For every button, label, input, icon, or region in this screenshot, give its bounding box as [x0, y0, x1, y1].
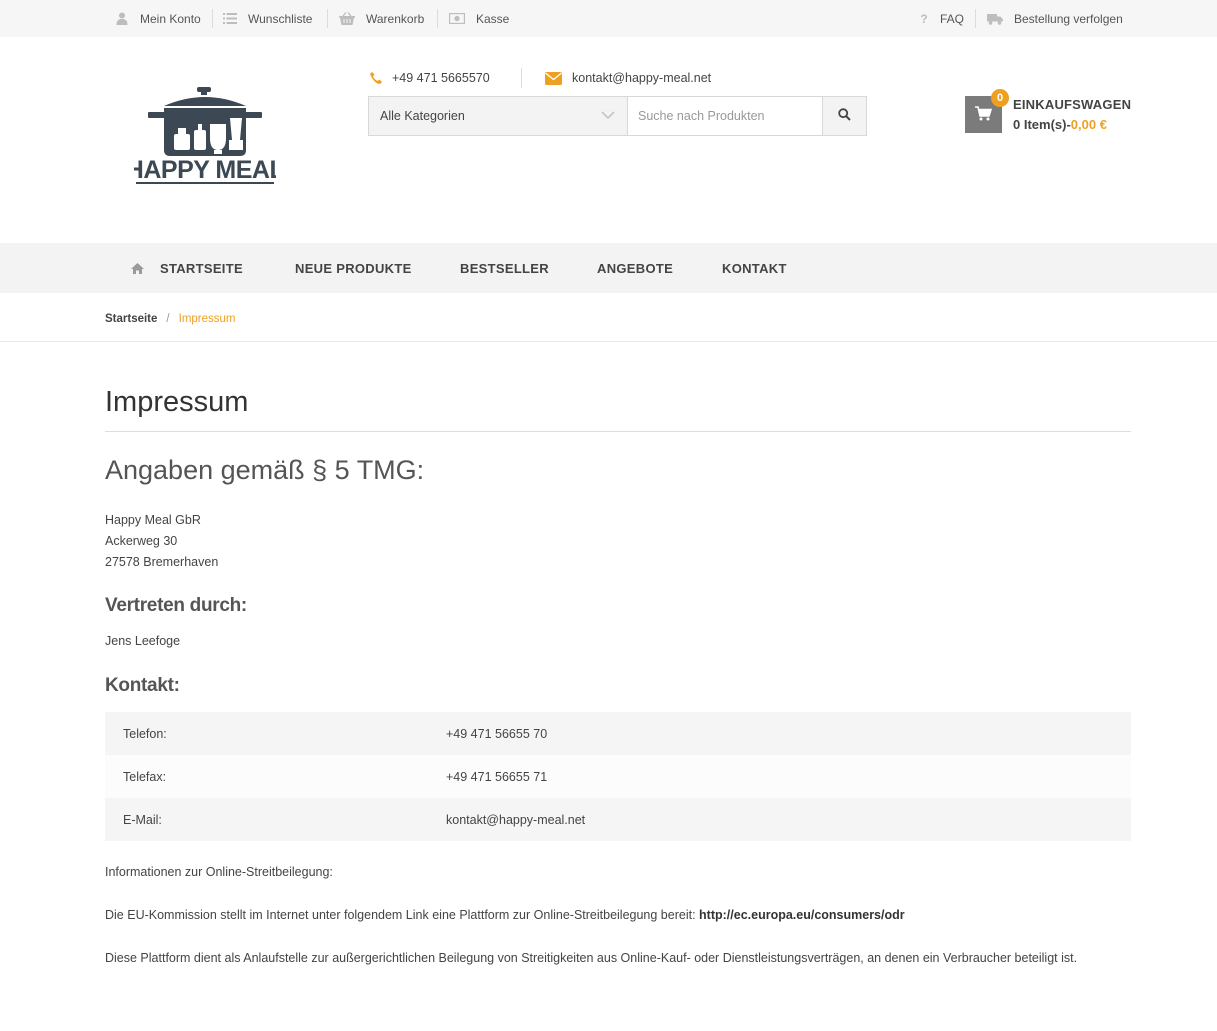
contact-value: +49 471 56655 70 [446, 726, 548, 741]
search-button[interactable] [822, 97, 866, 135]
email-address: kontakt@happy-meal.net [572, 71, 712, 85]
money-icon [449, 12, 465, 26]
odr-paragraph: Die EU-Kommission stellt im Internet unt… [105, 905, 905, 926]
contact-table: Telefon: +49 471 56655 70 Telefax: +49 4… [105, 712, 1131, 841]
represented-name: Jens Leefoge [105, 634, 181, 648]
cart-count-badge: 0 [991, 89, 1009, 107]
checkout-link[interactable]: Kasse [449, 0, 509, 37]
company-name: Happy Meal GbR [105, 513, 201, 527]
divider [437, 9, 438, 28]
divider [327, 9, 328, 28]
divider [521, 68, 522, 88]
contact-label: Telefon: [123, 726, 167, 741]
search-icon [838, 108, 851, 124]
cart-title[interactable]: EINKAUFSWAGEN [1013, 97, 1131, 112]
nav-home[interactable]: STARTSEITE [160, 243, 243, 293]
my-account-label: Mein Konto [140, 11, 201, 26]
basket-link[interactable]: Warenkorb [339, 0, 424, 37]
header-phone: +49 471 5665570 [368, 68, 490, 88]
represented-heading: Vertreten durch: [105, 595, 247, 616]
contact-value: +49 471 56655 71 [446, 769, 548, 784]
cart-summary[interactable]: 0 Item(s)-0,00 € [1013, 117, 1107, 132]
basket-label: Warenkorb [366, 11, 425, 26]
product-search: Alle Kategorien [368, 96, 867, 136]
site-logo[interactable]: HAPPY MEAL [126, 86, 285, 186]
search-input[interactable] [628, 97, 822, 135]
contact-value: kontakt@happy-meal.net [446, 812, 586, 827]
user-icon [115, 12, 129, 26]
divider [105, 431, 1131, 432]
company-address: Happy Meal GbR Ackerweg 30 27578 Bremerh… [105, 510, 218, 573]
breadcrumb-separator: / [166, 313, 170, 325]
nav-bestseller[interactable]: BESTSELLER [460, 243, 549, 293]
divider [975, 9, 976, 28]
divider [212, 9, 213, 28]
cart-items: 0 Item(s)- [1013, 117, 1071, 132]
logo-text: HAPPY MEAL [134, 156, 276, 184]
page-title: Impressum [105, 386, 249, 418]
breadcrumb: Startseite / Impressum [105, 313, 236, 325]
basket-icon [339, 12, 355, 26]
cart-total: 0,00 € [1070, 117, 1107, 132]
divider [0, 341, 1217, 342]
list-icon [223, 12, 237, 26]
odr-label: Informationen zur Online-Streitbeilegung… [105, 865, 333, 879]
cart-icon [975, 105, 993, 124]
company-street: Ackerweg 30 [105, 534, 178, 548]
contact-label: Telefax: [123, 769, 167, 784]
category-select[interactable]: Alle Kategorien [369, 97, 628, 135]
header-email[interactable]: kontakt@happy-meal.net [544, 68, 711, 88]
my-account-link[interactable]: Mein Konto [115, 0, 201, 37]
wishlist-link[interactable]: Wunschliste [223, 0, 312, 37]
nav-offers[interactable]: ANGEBOTE [597, 243, 673, 293]
odr-link[interactable]: http://ec.europa.eu/consumers/odr [699, 908, 905, 922]
chevron-down-icon [601, 109, 615, 123]
breadcrumb-home[interactable]: Startseite [105, 313, 157, 325]
table-row: Telefon: +49 471 56655 70 [105, 712, 1131, 755]
main-nav: STARTSEITE NEUE PRODUKTE BESTSELLER ANGE… [0, 243, 1217, 293]
home-icon[interactable] [131, 243, 144, 293]
checkout-label: Kasse [476, 11, 510, 26]
company-city: 27578 Bremerhaven [105, 555, 219, 569]
wishlist-label: Wunschliste [248, 11, 313, 26]
truck-icon [987, 12, 1003, 26]
nav-new-products[interactable]: NEUE PRODUKTE [295, 243, 412, 293]
faq-label: FAQ [940, 11, 965, 26]
envelope-icon [544, 71, 562, 85]
breadcrumb-current: Impressum [178, 313, 236, 325]
contact-heading: Kontakt: [105, 675, 180, 696]
phone-number: +49 471 5665570 [392, 71, 490, 85]
section-heading: Angaben gemäß § 5 TMG: [105, 455, 425, 485]
odr-text: Die EU-Kommission stellt im Internet unt… [105, 908, 700, 922]
phone-icon [368, 71, 384, 85]
table-row: E-Mail: kontakt@happy-meal.net [105, 798, 1131, 841]
odr-paragraph-2: Diese Plattform dient als Anlaufstelle z… [105, 951, 1078, 965]
track-order-link[interactable]: Bestellung verfolgen [987, 0, 1123, 37]
top-bar: Mein Konto Wunschliste Warenkorb Kasse ?… [0, 0, 1217, 37]
category-select-value: Alle Kategorien [380, 109, 465, 123]
table-row: Telefax: +49 471 56655 71 [105, 755, 1131, 798]
question-icon: ? [920, 11, 928, 26]
track-order-label: Bestellung verfolgen [1014, 11, 1123, 26]
contact-label: E-Mail: [123, 812, 162, 827]
nav-contact[interactable]: KONTAKT [722, 243, 787, 293]
faq-link[interactable]: ? FAQ [920, 0, 964, 37]
